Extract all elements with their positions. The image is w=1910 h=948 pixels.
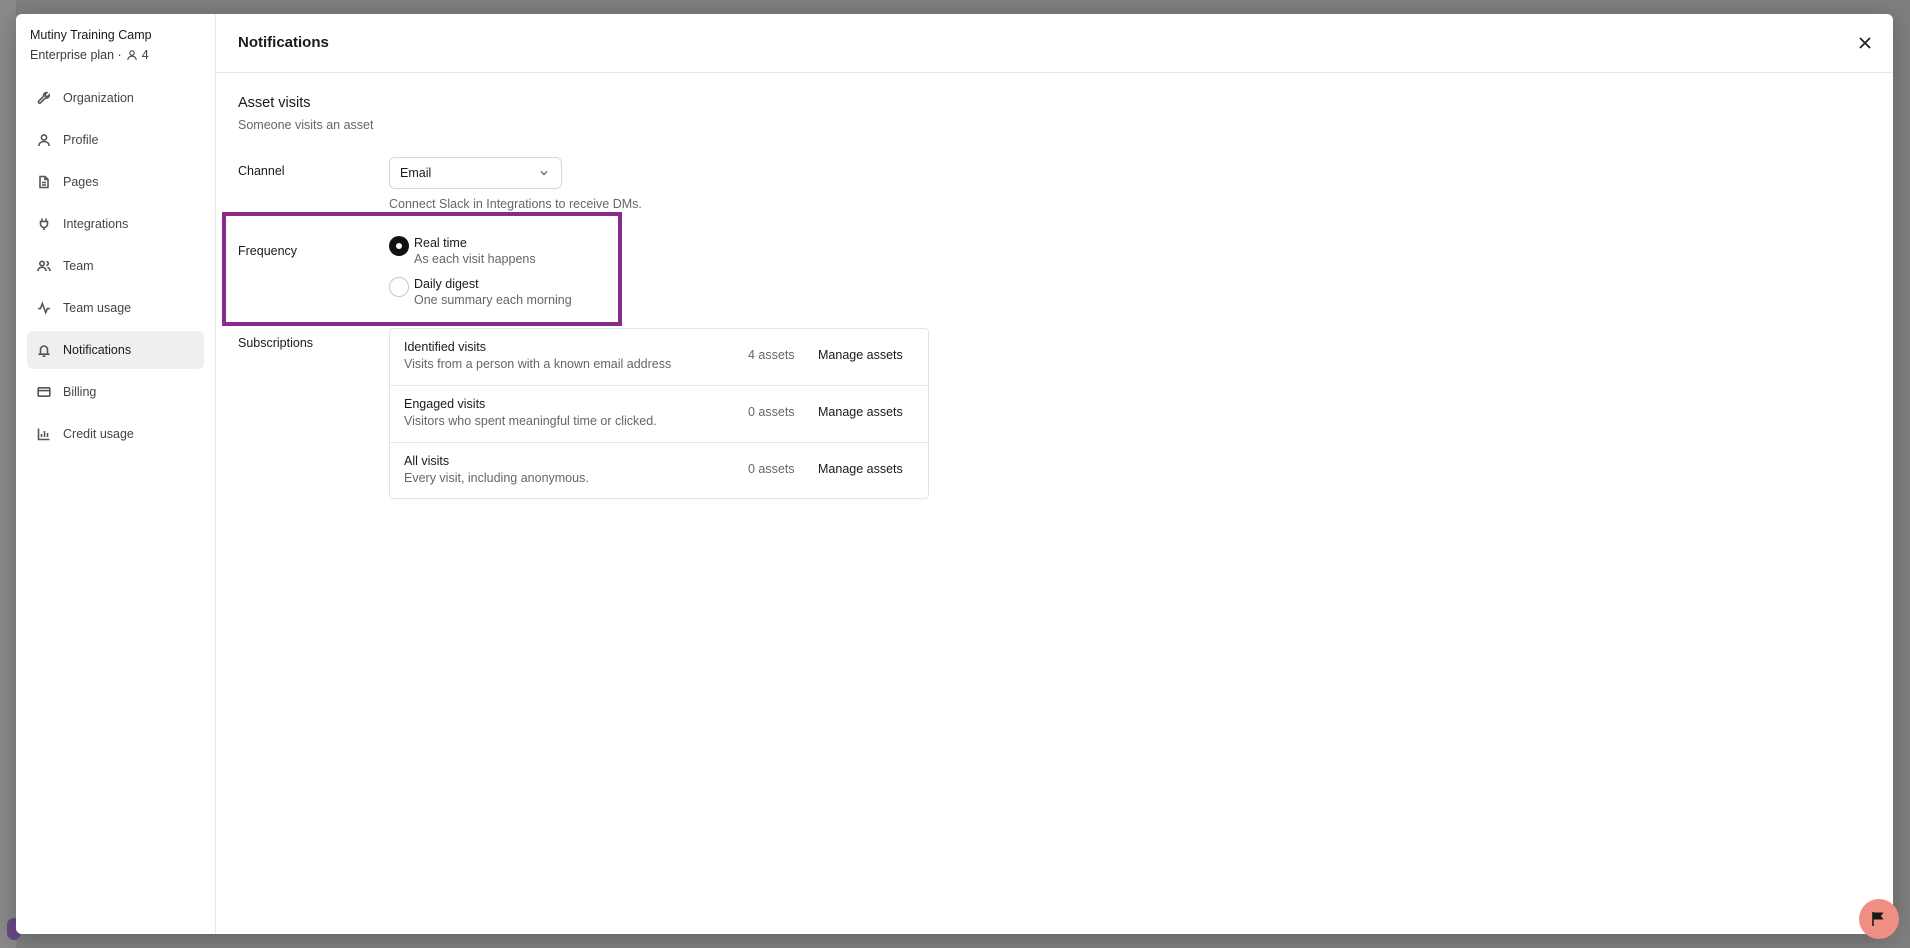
settings-modal: Mutiny Training Camp Enterprise plan · 4…: [16, 14, 1893, 934]
radio-real-time[interactable]: [389, 236, 409, 256]
channel-select[interactable]: Email: [389, 157, 562, 189]
settings-sidebar: Mutiny Training Camp Enterprise plan · 4…: [16, 14, 216, 934]
section-title: Asset visits: [238, 95, 311, 111]
list-item: Engaged visits Visitors who spent meanin…: [390, 386, 928, 443]
sidebar-item-label: Organization: [63, 91, 134, 105]
subscription-desc: Every visit, including anonymous.: [404, 471, 589, 485]
member-count: 4: [141, 48, 149, 62]
credit-card-icon: [37, 386, 51, 397]
subscription-title: Identified visits: [404, 340, 486, 354]
manage-assets-button[interactable]: Manage assets: [818, 462, 903, 476]
sidebar-item-credit-usage[interactable]: Credit usage: [27, 415, 204, 453]
org-plan: Enterprise plan · 4: [30, 48, 149, 62]
activity-icon: [38, 301, 50, 315]
sidebar-item-notifications[interactable]: Notifications: [27, 331, 204, 369]
sidebar-item-label: Team: [63, 259, 94, 273]
plug-icon: [39, 218, 49, 230]
list-item: All visits Every visit, including anonym…: [390, 443, 928, 500]
channel-select-value: Email: [400, 166, 432, 180]
member-icon: [126, 50, 137, 61]
notifications-panel: Notifications Asset visits Someone visit…: [216, 14, 1893, 934]
radio-real-time-label: Real time: [414, 236, 467, 250]
sidebar-item-organization[interactable]: Organization: [27, 79, 204, 117]
manage-assets-button[interactable]: Manage assets: [818, 348, 903, 362]
sidebar-item-label: Pages: [63, 175, 99, 189]
subscription-count: 0 assets: [748, 462, 795, 476]
channel-helper-text: Connect Slack in Integrations to receive…: [389, 197, 642, 211]
org-plan-label: Enterprise plan ·: [30, 48, 122, 62]
background-app-sidebar: [0, 0, 16, 948]
settings-nav: Organization Profile Pages Integrations …: [27, 79, 204, 457]
sidebar-item-billing[interactable]: Billing: [27, 373, 204, 411]
wrench-icon: [37, 91, 50, 104]
subscription-count: 0 assets: [748, 405, 795, 419]
subscriptions-label: Subscriptions: [238, 336, 314, 350]
radio-daily-digest[interactable]: [389, 277, 409, 297]
section-subtitle: Someone visits an asset: [238, 118, 374, 132]
sidebar-item-team[interactable]: Team: [27, 247, 204, 285]
sidebar-item-label: Integrations: [63, 217, 129, 231]
radio-daily-digest-desc: One summary each morning: [414, 293, 572, 307]
channel-label: Channel: [238, 164, 285, 178]
sidebar-item-integrations[interactable]: Integrations: [27, 205, 204, 243]
manage-assets-button[interactable]: Manage assets: [818, 405, 903, 419]
chevron-down-icon: [540, 171, 548, 176]
user-icon: [38, 134, 50, 147]
sidebar-item-label: Team usage: [63, 301, 132, 315]
sidebar-item-label: Billing: [63, 385, 97, 399]
bar-chart-icon: [37, 428, 50, 441]
panel-header: Notifications: [216, 14, 1893, 73]
help-button[interactable]: [1859, 899, 1899, 939]
sidebar-item-pages[interactable]: Pages: [27, 163, 204, 201]
subscription-desc: Visitors who spent meaningful time or cl…: [404, 414, 657, 428]
org-name: Mutiny Training Camp: [30, 28, 152, 42]
sidebar-item-label: Profile: [63, 133, 99, 147]
frequency-label: Frequency: [238, 244, 298, 258]
subscription-title: All visits: [404, 454, 450, 468]
sidebar-item-label: Notifications: [63, 343, 132, 357]
bell-icon: [37, 345, 51, 357]
sidebar-item-profile[interactable]: Profile: [27, 121, 204, 159]
page-icon: [39, 175, 49, 189]
close-button[interactable]: [1853, 31, 1877, 55]
page-title: Notifications: [238, 34, 329, 51]
subscription-count: 4 assets: [748, 348, 795, 362]
subscription-desc: Visits from a person with a known email …: [404, 357, 672, 371]
list-item: Identified visits Visits from a person w…: [390, 329, 928, 386]
sidebar-item-team-usage[interactable]: Team usage: [27, 289, 204, 327]
subscription-title: Engaged visits: [404, 397, 486, 411]
users-icon: [37, 260, 51, 272]
sidebar-item-label: Credit usage: [63, 427, 134, 441]
subscriptions-list: Identified visits Visits from a person w…: [389, 328, 929, 499]
close-icon: [1859, 37, 1871, 49]
flag-icon: [1872, 912, 1884, 926]
frequency-highlight-box: [222, 212, 622, 326]
radio-real-time-desc: As each visit happens: [414, 252, 536, 266]
radio-daily-digest-label: Daily digest: [414, 277, 479, 291]
